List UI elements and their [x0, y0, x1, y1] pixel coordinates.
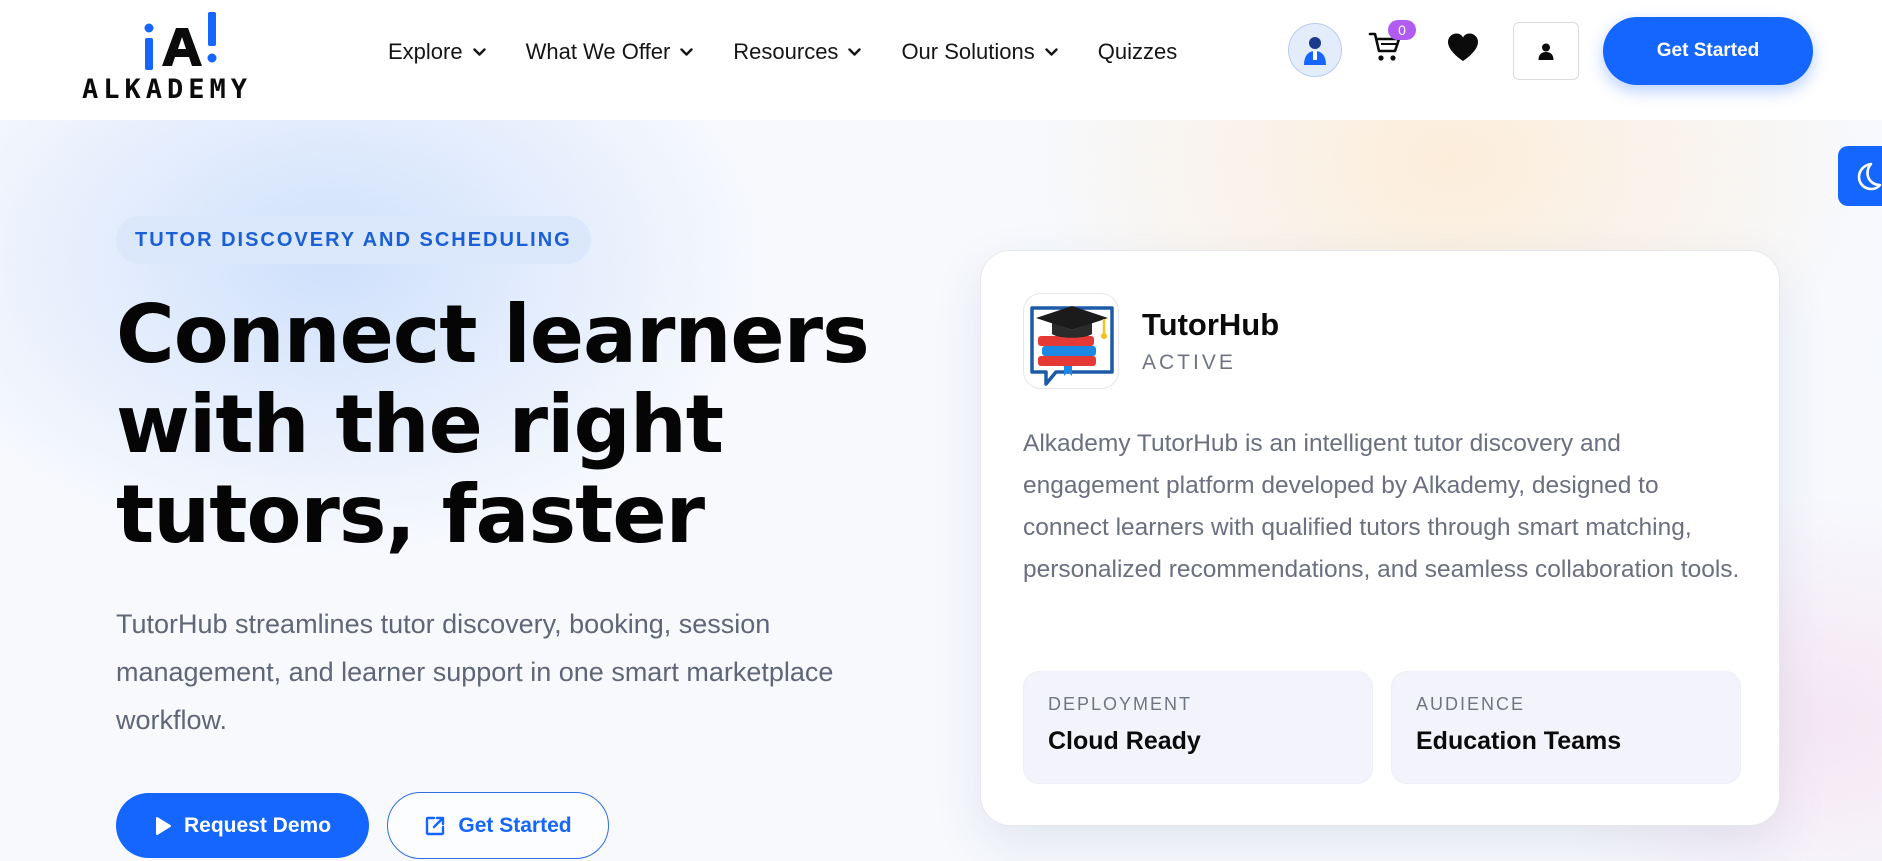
tutorhub-app-icon — [1023, 293, 1119, 389]
moon-icon — [1857, 162, 1882, 191]
graduation-books-icon — [1030, 306, 1114, 386]
stat-label: DEPLOYMENT — [1048, 694, 1193, 714]
alkademy-logo[interactable]: ALKADEMY — [82, 8, 282, 105]
account-icon — [1538, 43, 1554, 60]
nav-label: Our Solutions — [901, 39, 1035, 64]
nav-quizzes[interactable]: Quizzes — [1098, 39, 1177, 65]
cart-count-badge: 0 — [1388, 20, 1416, 40]
external-link-icon — [426, 816, 445, 835]
product-description: Alkademy TutorHub is an intelligent tuto… — [1023, 430, 1740, 583]
nav-our-solutions[interactable]: Our Solutions — [901, 39, 1058, 65]
hero-title-line: tutors, faster — [116, 468, 705, 561]
account-button[interactable] — [1513, 22, 1579, 80]
nav-label: Quizzes — [1097, 39, 1178, 64]
eyebrow-badge: TUTOR DISCOVERY AND SCHEDULING — [116, 216, 591, 264]
main-nav: Explore What We Offer Resources Our Solu… — [388, 34, 1177, 70]
stat-label: AUDIENCE — [1416, 694, 1526, 714]
nav-label: Explore — [388, 39, 463, 64]
stat-value: Cloud Ready — [1048, 727, 1201, 755]
theme-toggle-button[interactable] — [1838, 146, 1882, 206]
nav-explore[interactable]: Explore — [388, 39, 486, 65]
hero-title: Connect learners with the right tutors, … — [116, 290, 896, 560]
audience-stat: AUDIENCE Education Teams — [1391, 671, 1741, 784]
logo-wordmark: ALKADEMY — [82, 74, 253, 105]
chevron-down-icon — [1045, 47, 1058, 56]
nav-resources[interactable]: Resources — [733, 39, 862, 65]
deployment-stat: DEPLOYMENT Cloud Ready — [1023, 671, 1373, 784]
request-demo-label: Request Demo — [183, 813, 332, 837]
hero-subtitle: TutorHub streamlines tutor discovery, bo… — [116, 609, 834, 735]
get-started-button[interactable]: Get Started — [1603, 17, 1813, 85]
product-card: TutorHub ACTIVE Alkademy TutorHub is an … — [980, 250, 1780, 826]
hero-title-line: with the right — [116, 378, 724, 471]
chevron-down-icon — [848, 47, 862, 56]
site-header: ALKADEMY Explore What We Offer Resources… — [0, 0, 1882, 120]
chevron-down-icon — [680, 47, 693, 56]
nav-what-we-offer[interactable]: What We Offer — [526, 39, 694, 65]
heart-icon — [1448, 33, 1478, 61]
hero-title-line: Connect learners — [116, 288, 870, 381]
product-name: TutorHub — [1142, 307, 1280, 342]
user-avatar-button[interactable] — [1288, 23, 1342, 77]
request-demo-button[interactable]: Request Demo — [116, 793, 369, 858]
logo-mark-icon — [144, 12, 217, 70]
wishlist-button[interactable] — [1446, 32, 1480, 67]
nav-label: What We Offer — [525, 39, 671, 64]
get-started-outline-button[interactable]: Get Started — [387, 792, 609, 859]
product-status: ACTIVE — [1142, 351, 1236, 374]
get-started-label: Get Started — [458, 813, 572, 837]
user-avatar-icon — [1304, 37, 1326, 65]
chevron-down-icon — [472, 47, 486, 56]
stat-value: Education Teams — [1416, 727, 1622, 755]
nav-label: Resources — [733, 39, 839, 64]
play-icon — [155, 816, 171, 835]
